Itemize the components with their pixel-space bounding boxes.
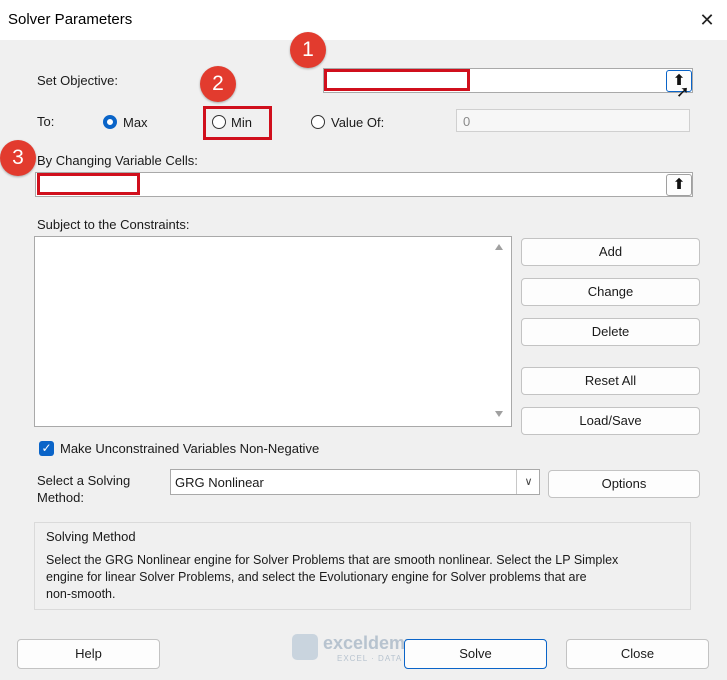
- nonneg-checkbox[interactable]: ✓: [39, 441, 54, 456]
- window-title: Solver Parameters: [8, 11, 133, 28]
- scroll-down-icon[interactable]: [495, 411, 503, 417]
- value-of-radio[interactable]: [311, 115, 325, 129]
- chevron-down-icon[interactable]: ∨: [516, 470, 540, 494]
- solve-button[interactable]: Solve: [404, 639, 547, 669]
- min-label[interactable]: Min: [231, 115, 252, 130]
- options-button[interactable]: Options: [548, 470, 700, 498]
- reset-all-button[interactable]: Reset All: [521, 367, 700, 395]
- help-button[interactable]: Help: [17, 639, 160, 669]
- max-label[interactable]: Max: [123, 115, 148, 130]
- min-radio[interactable]: [212, 115, 226, 129]
- solving-method-text-line1: Select the GRG Nonlinear engine for Solv…: [46, 553, 619, 567]
- delete-button[interactable]: Delete: [521, 318, 700, 346]
- value-of-label[interactable]: Value Of:: [331, 115, 384, 130]
- solving-method-text-line2: engine for linear Solver Problems, and s…: [46, 570, 587, 584]
- set-objective-label: Set Objective:: [37, 73, 118, 88]
- close-icon[interactable]: ✕: [695, 8, 719, 32]
- annotation-badge-3: 3: [0, 140, 36, 176]
- solving-method-title: Solving Method: [46, 529, 136, 544]
- watermark-logo-icon: [292, 634, 318, 660]
- close-button[interactable]: Close: [566, 639, 709, 669]
- watermark-name: exceldemy: [323, 633, 416, 653]
- changing-cells-label: By Changing Variable Cells:: [37, 153, 198, 168]
- mouse-cursor-icon: ➚: [676, 84, 690, 101]
- add-button[interactable]: Add: [521, 238, 700, 266]
- solving-method-text-line3: non-smooth.: [46, 587, 116, 601]
- max-radio[interactable]: [103, 115, 117, 129]
- method-select-value: GRG Nonlinear: [175, 475, 264, 490]
- annotation-badge-1: 1: [290, 32, 326, 68]
- annotation-highlight-objective: [324, 69, 470, 91]
- method-label-line1: Select a Solving: [37, 473, 131, 488]
- method-label-line2: Method:: [37, 490, 84, 505]
- change-button[interactable]: Change: [521, 278, 700, 306]
- annotation-badge-2: 2: [200, 66, 236, 102]
- load-save-button[interactable]: Load/Save: [521, 407, 700, 435]
- constraints-list[interactable]: [34, 236, 512, 427]
- annotation-highlight-changing-cells: [37, 173, 140, 195]
- to-label: To:: [37, 114, 55, 129]
- changing-cells-collapse-icon[interactable]: ⬆: [666, 174, 692, 196]
- scroll-up-icon[interactable]: [495, 244, 503, 250]
- constraints-label: Subject to the Constraints:: [37, 217, 190, 232]
- nonneg-label[interactable]: Make Unconstrained Variables Non-Negativ…: [60, 441, 319, 456]
- value-of-input[interactable]: 0: [456, 109, 690, 132]
